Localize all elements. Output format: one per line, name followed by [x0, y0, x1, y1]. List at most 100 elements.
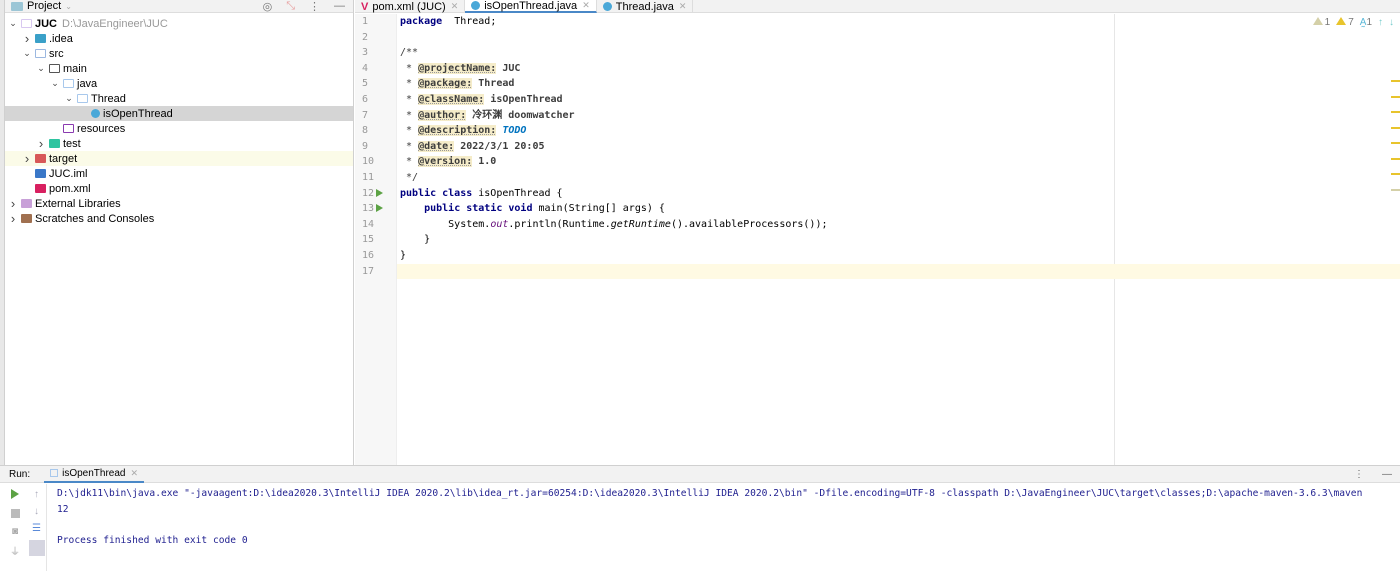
- chevron-down-icon[interactable]: ⌄: [35, 63, 47, 74]
- chevron-right-icon[interactable]: ›: [35, 136, 47, 151]
- tree-item-path: D:\JavaEngineer\JUC: [62, 17, 168, 30]
- options-icon[interactable]: ⋮: [309, 0, 320, 13]
- scroll-to-end-icon[interactable]: [28, 540, 45, 556]
- libraries-icon: [21, 199, 32, 208]
- code-line[interactable]: * @date: 2022/3/1 20:05: [397, 139, 1400, 155]
- tree-item[interactable]: › External Libraries: [5, 196, 353, 211]
- code-line[interactable]: */: [397, 170, 1400, 186]
- options-icon[interactable]: ⋮: [1354, 469, 1364, 480]
- code-line[interactable]: * @description: TODO: [397, 123, 1400, 139]
- run-toolbar: ◙ ⏚: [5, 484, 25, 571]
- tree-item[interactable]: › target: [5, 151, 353, 166]
- run-gutter-icon[interactable]: [376, 188, 383, 197]
- line-number: 15: [362, 234, 375, 246]
- code-line[interactable]: * @package: Thread: [397, 76, 1400, 92]
- code-line[interactable]: * @version: 1.0: [397, 154, 1400, 170]
- tree-item[interactable]: ⌄ JUC D:\JavaEngineer\JUC: [5, 16, 353, 31]
- code-token: 冷环渊 doomwatcher: [466, 109, 575, 121]
- console-line: D:\jdk11\bin\java.exe "-javaagent:D:\ide…: [57, 488, 1363, 499]
- chevron-down-icon[interactable]: ⌄: [7, 18, 19, 29]
- tree-item[interactable]: ⌄ src: [5, 46, 353, 61]
- code-line[interactable]: package Thread;: [397, 14, 1400, 30]
- tree-item-label: JUC: [35, 17, 58, 30]
- typo-count[interactable]: A̰1: [1360, 17, 1372, 28]
- stop-icon[interactable]: [10, 509, 20, 518]
- chevron-down-icon[interactable]: ⌄: [21, 48, 33, 59]
- run-gutter-icon[interactable]: [376, 204, 383, 213]
- collapse-all-icon[interactable]: ⤡: [286, 0, 295, 13]
- close-icon[interactable]: ✕: [679, 1, 687, 12]
- code-token: *: [400, 62, 419, 74]
- pin-icon[interactable]: ⏚: [10, 543, 20, 558]
- code-line[interactable]: }: [397, 248, 1400, 264]
- editor-tab-label: isOpenThread.java: [484, 0, 578, 12]
- tree-item[interactable]: resources: [5, 121, 353, 136]
- chevron-down-icon[interactable]: ⌄: [49, 78, 61, 89]
- next-highlight-icon[interactable]: ↓: [1389, 17, 1394, 28]
- locate-icon[interactable]: ◎: [263, 0, 273, 13]
- maven-icon: V: [361, 0, 369, 13]
- tree-item-label: src: [49, 47, 64, 60]
- editor-tab[interactable]: isOpenThread.java ✕: [465, 0, 597, 13]
- code-line[interactable]: * @className: isOpenThread: [397, 92, 1400, 108]
- console-output[interactable]: D:\jdk11\bin\java.exe "-javaagent:D:\ide…: [57, 486, 1400, 548]
- project-panel: Project ⌄ ◎ ⤡ ⋮ — ⌄ JUC D:\JavaEngineer\JU…: [5, 0, 354, 465]
- project-panel-header: Project ⌄ ◎ ⤡ ⋮ —: [5, 0, 353, 13]
- code-token: out: [490, 218, 509, 230]
- code-line[interactable]: * @projectName: JUC: [397, 61, 1400, 77]
- previous-highlight-icon[interactable]: ↑: [1378, 17, 1383, 28]
- editor-tab[interactable]: Vpom.xml (JUC) ✕: [355, 0, 466, 13]
- code-token: /**: [400, 47, 419, 59]
- run-tab[interactable]: isOpenThread ✕: [44, 466, 145, 483]
- tree-item[interactable]: ⌄ java: [5, 76, 353, 91]
- editor-tab[interactable]: Thread.java ✕: [597, 0, 694, 13]
- code-line[interactable]: public static void main(String[] args) {: [397, 201, 1400, 217]
- chevron-right-icon[interactable]: ›: [7, 211, 19, 226]
- inspection-widget[interactable]: 1 7 A̰1 ↑ ↓: [1312, 17, 1394, 28]
- tree-item-label: resources: [77, 122, 126, 135]
- code-token: *: [400, 125, 419, 137]
- tree-item[interactable]: JUC.iml: [5, 166, 353, 181]
- code-line[interactable]: public class isOpenThread {: [397, 186, 1400, 202]
- camera-icon[interactable]: ◙: [12, 526, 18, 537]
- code-line[interactable]: System.out.println(Runtime.getRuntime().…: [397, 217, 1400, 233]
- close-icon[interactable]: ✕: [451, 1, 459, 12]
- tree-item[interactable]: isOpenThread: [5, 106, 353, 121]
- soft-wrap-icon[interactable]: ☰: [32, 523, 41, 534]
- chevron-right-icon[interactable]: ›: [21, 151, 33, 166]
- code-token: *: [400, 156, 419, 168]
- tree-item[interactable]: ⌄ Thread: [5, 91, 353, 106]
- chevron-right-icon[interactable]: ›: [21, 31, 33, 46]
- code-line[interactable]: }: [397, 232, 1400, 248]
- chevron-down-icon[interactable]: ⌄: [65, 2, 72, 11]
- close-icon[interactable]: ✕: [582, 0, 590, 11]
- project-title[interactable]: Project: [27, 0, 61, 12]
- code-token: Thread;: [442, 16, 497, 27]
- scroll-down-icon[interactable]: ↓: [34, 506, 39, 517]
- tree-item[interactable]: › Scratches and Consoles: [5, 211, 353, 226]
- code-line[interactable]: [397, 30, 1400, 46]
- weak-warning-count[interactable]: 1: [1312, 17, 1330, 28]
- code-line[interactable]: * @author: 冷环渊 doomwatcher: [397, 108, 1400, 124]
- error-stripe[interactable]: [1391, 80, 1400, 205]
- tree-item[interactable]: ⌄ main: [5, 61, 353, 76]
- close-icon[interactable]: ✕: [131, 468, 139, 479]
- hide-icon[interactable]: —: [334, 0, 345, 13]
- code-line[interactable]: [397, 263, 1400, 280]
- code-token: TODO: [496, 125, 527, 137]
- line-gutter: 1 2 3 4 5 6 7 8 9 10 11 12 13 14 15 16 17: [355, 14, 397, 465]
- tree-item[interactable]: › test: [5, 136, 353, 151]
- code-area[interactable]: package Thread; /** * @projectName: JUC *…: [397, 14, 1400, 465]
- chevron-right-icon[interactable]: ›: [7, 196, 19, 211]
- code-line[interactable]: /**: [397, 45, 1400, 61]
- tree-item[interactable]: pom.xml: [5, 181, 353, 196]
- rerun-icon[interactable]: [11, 489, 19, 499]
- code-token: JUC: [496, 62, 521, 74]
- java-class-icon: [602, 2, 612, 11]
- hide-icon[interactable]: —: [1382, 469, 1392, 480]
- tree-item[interactable]: › .idea: [5, 31, 353, 46]
- excluded-folder-icon: [35, 154, 46, 163]
- warning-count[interactable]: 7: [1336, 17, 1354, 28]
- chevron-down-icon[interactable]: ⌄: [63, 93, 75, 104]
- scroll-up-icon[interactable]: ↑: [34, 489, 39, 500]
